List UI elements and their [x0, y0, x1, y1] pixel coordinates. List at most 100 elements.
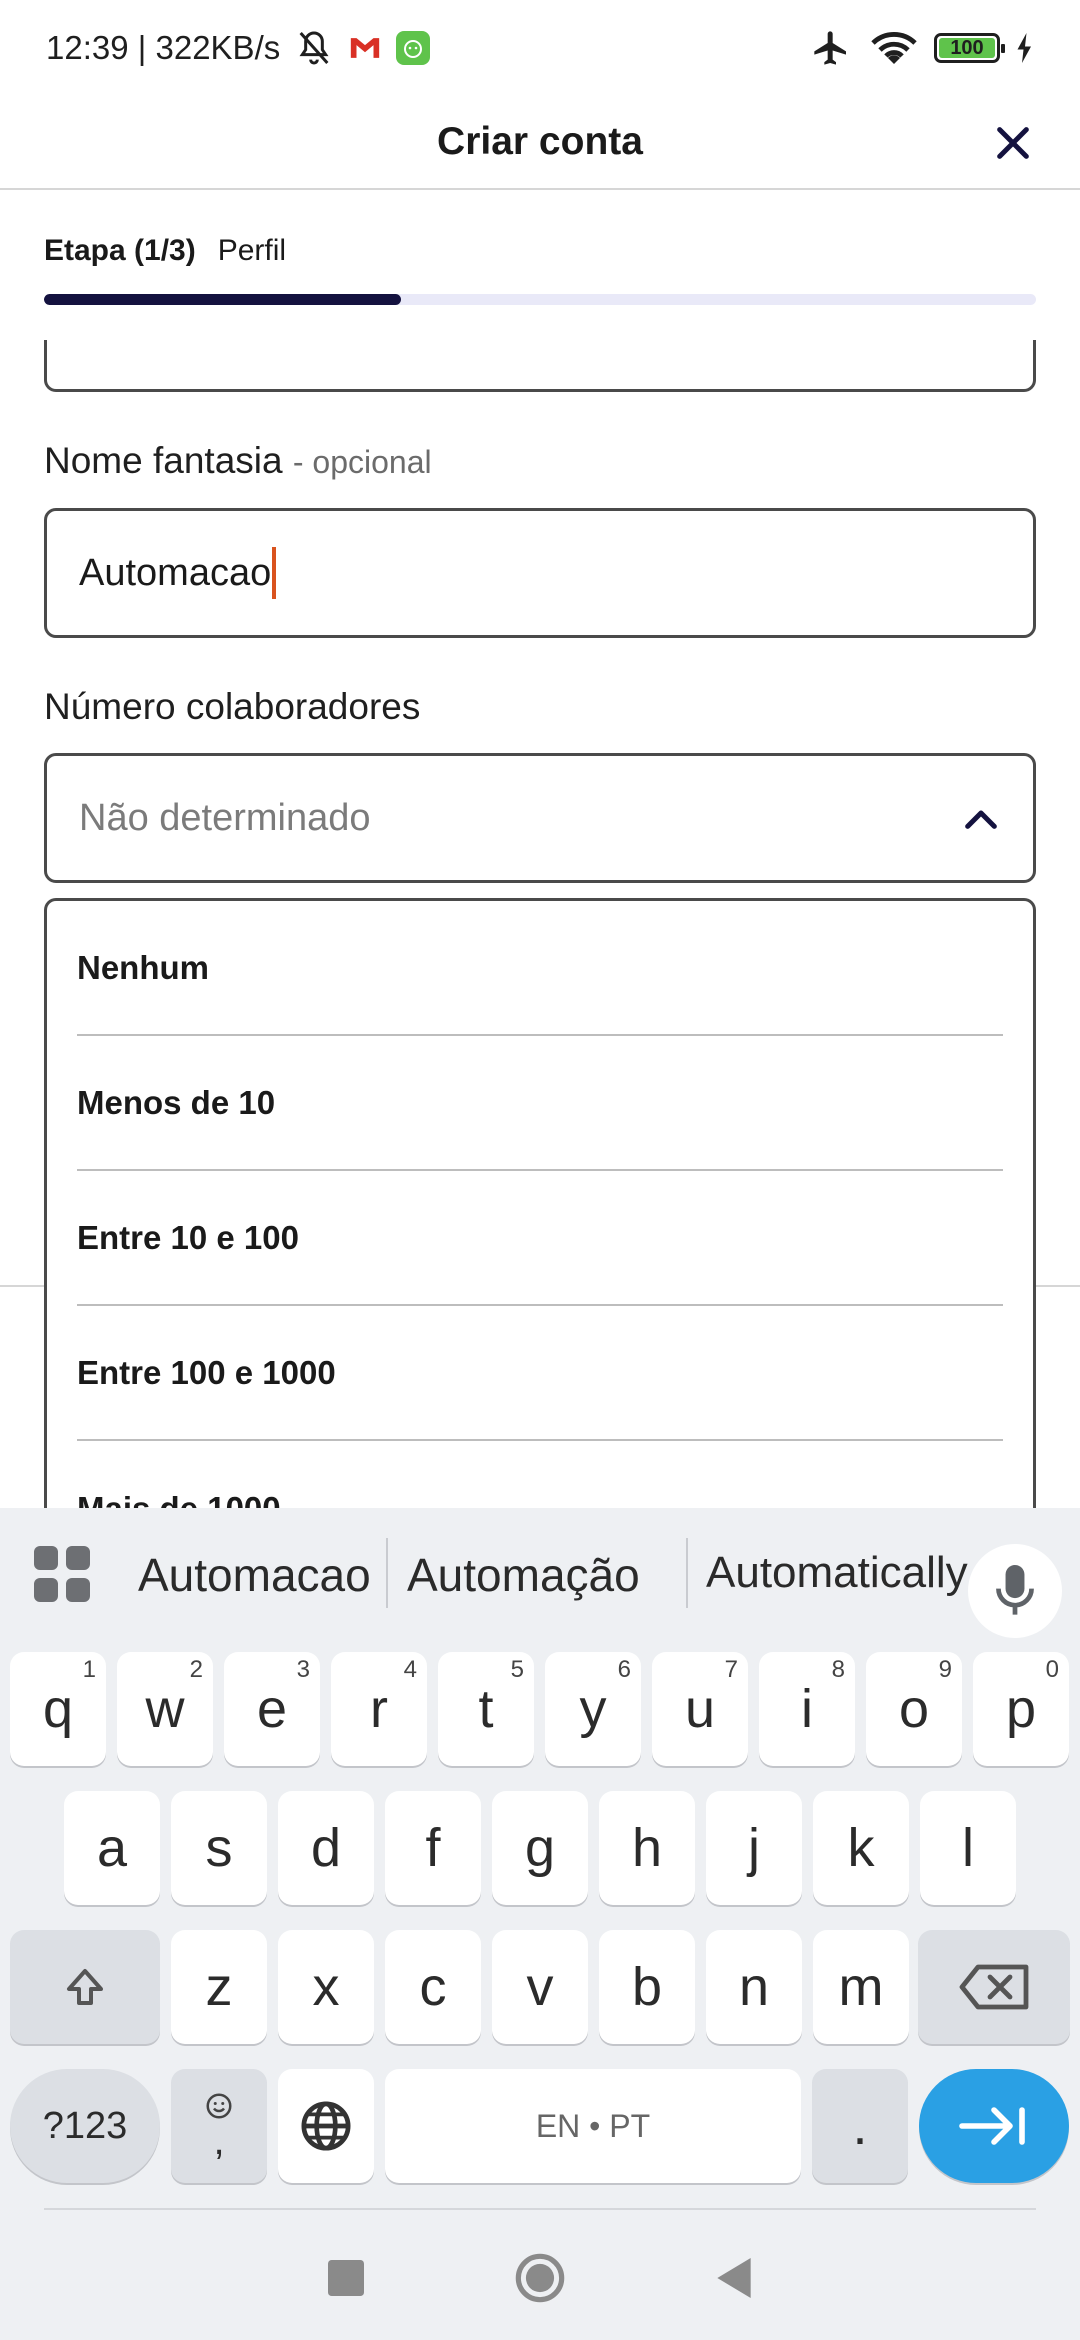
key-hint: 1 — [82, 1656, 96, 1683]
suggestion-item[interactable]: Automatically — [706, 1548, 968, 1598]
gmail-icon — [348, 35, 382, 61]
status-time: 12:39 | 322KB/s — [46, 29, 281, 66]
key-e[interactable]: e3 — [224, 1652, 320, 1766]
backspace-icon — [959, 1964, 1029, 2010]
key-label: ?123 — [42, 2104, 128, 2147]
chevron-up-icon[interactable] — [961, 804, 1001, 832]
step-name: Perfil — [217, 234, 287, 267]
key-x[interactable]: x — [278, 1930, 374, 2044]
navigation-bar — [0, 2220, 1080, 2340]
key-r[interactable]: r4 — [331, 1652, 427, 1766]
key-label: EN • PT — [535, 2107, 651, 2144]
key-hint: 9 — [938, 1656, 952, 1683]
key-label: x — [312, 1957, 340, 2017]
key-label: z — [205, 1957, 233, 2017]
mic-button[interactable] — [968, 1544, 1062, 1638]
page-title: Criar conta — [437, 120, 643, 163]
previous-field[interactable] — [44, 340, 1036, 392]
globe-icon — [301, 2101, 351, 2151]
wifi-icon — [870, 28, 918, 68]
key-i[interactable]: i8 — [759, 1652, 855, 1766]
key-label: m — [838, 1957, 884, 2017]
key-s[interactable]: s — [171, 1791, 267, 1905]
key-d[interactable]: d — [278, 1791, 374, 1905]
key-q[interactable]: q1 — [10, 1652, 106, 1766]
header: Criar conta — [0, 96, 1080, 190]
mute-icon — [294, 28, 334, 68]
key-label: r — [370, 1679, 388, 1739]
dropdown-option[interactable]: Nenhum — [77, 901, 1003, 1036]
suggestion-item[interactable]: Automação — [407, 1548, 640, 1602]
colaboradores-placeholder: Não determinado — [79, 796, 371, 839]
key-hint: 3 — [296, 1656, 310, 1683]
colaboradores-dropdown[interactable]: Nenhum Menos de 10 Entre 10 e 100 Entre … — [44, 898, 1036, 1518]
key-m[interactable]: m — [813, 1930, 909, 2044]
key-hint: 0 — [1045, 1656, 1059, 1683]
key-b[interactable]: b — [599, 1930, 695, 2044]
key-hint: 6 — [617, 1656, 631, 1683]
numbers-key[interactable]: ?123 — [10, 2069, 160, 2183]
period-key[interactable]: . — [812, 2069, 908, 2183]
key-hint: 2 — [189, 1656, 203, 1683]
emoji-icon — [206, 2093, 232, 2119]
key-label: i — [801, 1679, 813, 1739]
key-u[interactable]: u7 — [652, 1652, 748, 1766]
keyboard-divider — [44, 2208, 1036, 2210]
key-label: p — [1005, 1679, 1037, 1739]
key-label: e — [256, 1679, 288, 1739]
app-icon — [396, 31, 431, 65]
apps-grid-icon[interactable] — [34, 1546, 90, 1602]
dropdown-option[interactable]: Mais de 1000 — [77, 1441, 1003, 1519]
colaboradores-select[interactable]: Não determinado — [44, 753, 1036, 883]
backspace-key[interactable] — [918, 1930, 1070, 2044]
language-key[interactable] — [278, 2069, 374, 2183]
key-t[interactable]: t5 — [438, 1652, 534, 1766]
suggestion-bar: Automacao Automação Automatically — [0, 1508, 1080, 1638]
key-label: y — [579, 1679, 607, 1739]
key-j[interactable]: j — [706, 1791, 802, 1905]
emoji-comma-key[interactable]: , — [171, 2069, 267, 2183]
next-arrow-icon — [959, 2107, 1025, 2145]
recents-button[interactable] — [328, 2259, 364, 2301]
key-f[interactable]: f — [385, 1791, 481, 1905]
key-n[interactable]: n — [706, 1930, 802, 2044]
key-label: l — [962, 1818, 974, 1878]
key-z[interactable]: z — [171, 1930, 267, 2044]
close-button[interactable] — [986, 116, 1040, 170]
key-label: b — [631, 1957, 663, 2017]
key-a[interactable]: a — [64, 1791, 160, 1905]
key-g[interactable]: g — [492, 1791, 588, 1905]
key-l[interactable]: l — [920, 1791, 1016, 1905]
key-label: u — [684, 1679, 716, 1739]
suggestion-item[interactable]: Automacao — [138, 1548, 371, 1602]
status-bar: 12:39 | 322KB/s 100 — [0, 0, 1080, 96]
key-label: d — [310, 1818, 342, 1878]
key-p[interactable]: p0 — [973, 1652, 1069, 1766]
home-circle-icon — [515, 2253, 565, 2302]
key-c[interactable]: c — [385, 1930, 481, 2044]
dropdown-option[interactable]: Entre 100 e 1000 — [77, 1306, 1003, 1441]
home-button[interactable] — [514, 2252, 566, 2309]
dropdown-option[interactable]: Menos de 10 — [77, 1036, 1003, 1171]
enter-key[interactable] — [919, 2069, 1069, 2183]
key-v[interactable]: v — [492, 1930, 588, 2044]
dropdown-option[interactable]: Entre 10 e 100 — [77, 1171, 1003, 1306]
nome-fantasia-input[interactable]: Automacao — [44, 508, 1036, 638]
shift-icon — [67, 1969, 103, 2005]
progress-bar — [44, 294, 1036, 305]
charging-icon — [1016, 33, 1034, 63]
key-y[interactable]: y6 — [545, 1652, 641, 1766]
space-key[interactable]: EN • PT — [385, 2069, 801, 2183]
key-h[interactable]: h — [599, 1791, 695, 1905]
battery-level: 100 — [950, 36, 984, 59]
optional-label: - opcional — [292, 444, 432, 480]
key-w[interactable]: w2 — [117, 1652, 213, 1766]
close-icon — [997, 127, 1029, 159]
key-k[interactable]: k — [813, 1791, 909, 1905]
back-button[interactable] — [716, 2257, 752, 2303]
shift-key[interactable] — [10, 1930, 160, 2044]
key-o[interactable]: o9 — [866, 1652, 962, 1766]
key-label: q — [42, 1679, 74, 1739]
nome-fantasia-value: Automacao — [79, 551, 272, 594]
step-indicator: Etapa (1/3) Perfil — [44, 234, 286, 268]
